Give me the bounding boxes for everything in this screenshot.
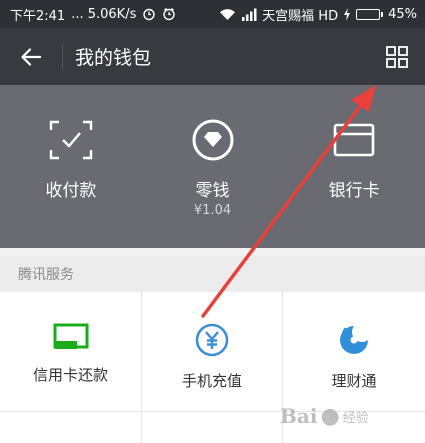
section-header: 腾讯服务: [0, 256, 425, 292]
wifi-icon: [219, 8, 236, 21]
alarm-icon: [142, 7, 156, 21]
battery-percent: 45%: [388, 6, 417, 22]
credit-card-repay-label: 信用卡还款: [32, 366, 108, 384]
scan-check-icon: [49, 118, 93, 162]
bank-card-button[interactable]: 银行卡: [283, 85, 425, 248]
charging-icon: [343, 7, 351, 21]
wallet-menu-button[interactable]: [369, 28, 425, 85]
wallet-screen: 下午2:41 ... 5.06K/s 天宫赐福 HD 45% 我的钱包 收付款 …: [0, 0, 425, 443]
nav-bar: 我的钱包: [0, 28, 425, 85]
mobile-topup-label: 手机充值: [181, 372, 242, 390]
watermark-brand: Bai: [280, 404, 318, 428]
baidu-watermark: Bai ● 经验: [280, 394, 420, 438]
grid-icon: [386, 45, 408, 68]
bank-card-label: 银行卡: [328, 181, 380, 201]
service-empty-cell: [142, 412, 283, 443]
change-amount: ¥1.04: [193, 203, 232, 218]
coin-diamond-icon: [191, 118, 235, 162]
wallet-top-panel: 收付款 零钱 ¥1.04 银行卡: [0, 85, 425, 248]
licaitong-label: 理财通: [331, 372, 377, 390]
change-balance-button[interactable]: 零钱 ¥1.04: [142, 85, 284, 248]
licaitong-icon: [340, 326, 368, 354]
page-title: 我的钱包: [75, 47, 152, 69]
back-button[interactable]: [0, 28, 62, 85]
nav-divider: [62, 43, 63, 70]
paw-logo-icon: ●: [320, 403, 340, 429]
battery-icon: [356, 8, 384, 20]
mobile-topup-button[interactable]: 手机充值: [142, 292, 283, 412]
arrow-left-icon: [21, 47, 41, 66]
change-label: 零钱: [195, 181, 230, 201]
signal-icon: [241, 8, 257, 21]
yen-circle-icon: [195, 323, 229, 357]
clock-icon: [162, 7, 176, 21]
status-bar: 下午2:41 ... 5.06K/s 天宫赐福 HD 45%: [0, 0, 425, 28]
section-title: 腾讯服务: [18, 267, 74, 283]
status-time: 下午2:41: [10, 8, 66, 24]
card-icon: [332, 118, 376, 162]
service-empty-cell: [0, 412, 142, 443]
status-carrier: 天宫赐福 HD: [262, 8, 339, 24]
watermark-text: 经验: [342, 410, 369, 426]
receive-pay-label: 收付款: [45, 181, 97, 201]
credit-card-repay-button[interactable]: 信用卡还款: [0, 292, 142, 412]
receive-pay-button[interactable]: 收付款: [0, 85, 142, 248]
credit-card-repay-icon: [53, 323, 88, 349]
status-net-speed: ... 5.06K/s: [71, 6, 137, 22]
